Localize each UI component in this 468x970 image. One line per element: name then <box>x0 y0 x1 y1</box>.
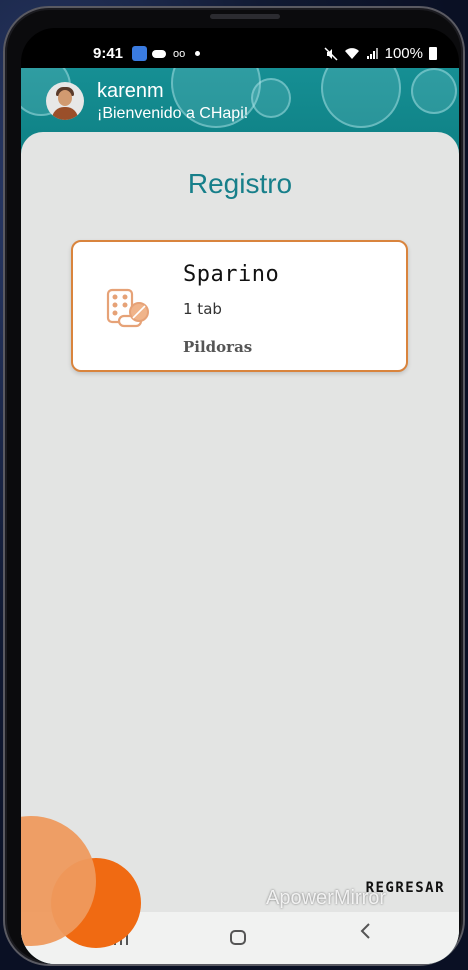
notification-dot-icon <box>195 51 200 56</box>
page-title: Registro <box>187 168 293 199</box>
status-time: 9:41 <box>93 45 124 62</box>
home-icon[interactable] <box>230 926 250 950</box>
app-notification-icon <box>132 46 147 61</box>
speaker-grille <box>210 14 280 19</box>
status-bar: 9:41 oo 100% <box>21 42 459 66</box>
medication-dose: 1 tab <box>183 300 222 318</box>
avatar[interactable] <box>46 82 84 120</box>
medication-card[interactable]: Sparino 1 tab Pildoras <box>71 240 408 372</box>
medication-type: Pildoras <box>183 338 253 356</box>
medication-name: Sparino <box>183 262 280 287</box>
voicemail-icon: oo <box>173 48 186 60</box>
signal-icon <box>366 48 378 59</box>
username: karenm <box>97 80 164 102</box>
mute-icon <box>324 46 338 61</box>
phone-frame: 9:41 oo 100% karenm ¡Bienvenido a CHapi!… <box>3 6 465 966</box>
pill-blister-icon <box>106 288 149 328</box>
content-panel: Registro Sparino 1 tab Pildoras REGRESAR… <box>21 132 459 964</box>
decor-bubble <box>411 68 457 114</box>
battery-icon <box>429 47 437 60</box>
status-right-group: 100% <box>324 45 437 62</box>
cloud-icon <box>152 50 166 58</box>
decor-bubble <box>251 78 291 118</box>
avatar-body <box>52 107 78 120</box>
welcome-message: ¡Bienvenido a CHapi! <box>97 105 249 122</box>
wifi-icon <box>344 48 359 59</box>
app-container: karenm ¡Bienvenido a CHapi! Registro Spa… <box>21 68 459 964</box>
screen: 9:41 oo 100% karenm ¡Bienvenido a CHapi!… <box>21 28 459 964</box>
regresar-button[interactable]: REGRESAR <box>366 880 445 896</box>
avatar-head <box>58 90 72 106</box>
back-icon[interactable] <box>355 922 375 946</box>
battery-label: 100% <box>384 45 423 62</box>
decor-bubble <box>321 68 401 128</box>
